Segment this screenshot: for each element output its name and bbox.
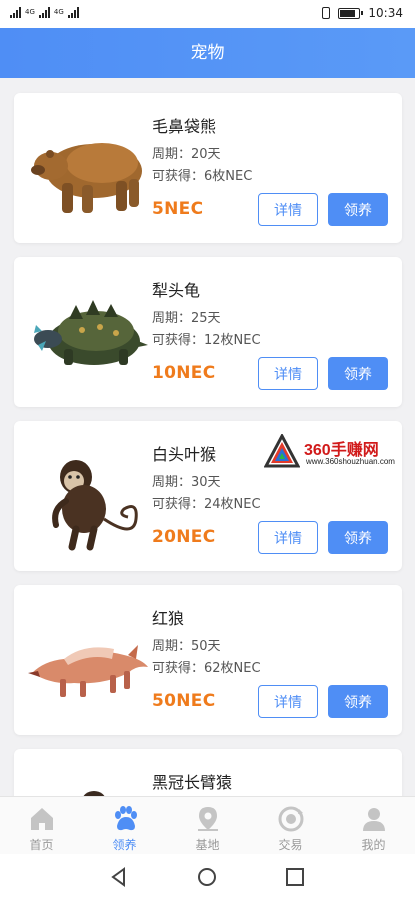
detail-button[interactable]: 详情	[258, 685, 318, 718]
network-label: 4G	[53, 8, 64, 16]
gibbon-image	[83, 791, 105, 796]
location-pin-icon	[197, 807, 218, 831]
adopt-button[interactable]: 领养	[328, 193, 388, 226]
pet-price: 20NEC	[152, 527, 216, 547]
adopt-button[interactable]: 领养	[328, 521, 388, 554]
watermark-triangle-icon	[264, 434, 300, 468]
exchange-icon	[278, 806, 303, 832]
pet-reward: 可获得：6枚NEC	[152, 169, 253, 184]
pet-price: 5NEC	[152, 199, 204, 219]
pet-name: 毛鼻袋熊	[152, 117, 217, 136]
detail-button[interactable]: 详情	[258, 193, 318, 226]
pet-price: 50NEC	[152, 691, 216, 711]
pet-reward: 可获得：62枚NEC	[152, 661, 261, 676]
signal-icon	[67, 7, 79, 18]
vibrate-icon	[322, 7, 331, 19]
pet-reward: 可获得：24枚NEC	[152, 497, 261, 512]
tab-trade[interactable]: 交易	[249, 797, 332, 854]
user-icon	[362, 808, 385, 831]
pet-period: 周期：25天	[152, 311, 221, 326]
pet-name: 黑冠长臂猿	[152, 773, 233, 792]
tab-home[interactable]: 首页	[0, 797, 83, 854]
signal-icon	[10, 7, 21, 18]
recents-icon[interactable]	[284, 866, 306, 888]
pet-period: 周期：30天	[152, 475, 221, 490]
tab-adopt[interactable]: 领养	[83, 797, 166, 854]
back-icon[interactable]	[108, 866, 130, 888]
tab-label: 基地	[195, 838, 220, 852]
tab-label: 领养	[112, 838, 137, 852]
turtle-image	[34, 300, 148, 365]
signal-icon	[38, 7, 50, 18]
status-bar: 4G 4G 10:34	[0, 0, 415, 28]
detail-button[interactable]: 详情	[258, 521, 318, 554]
page-header: 宠物	[0, 28, 415, 78]
pet-card: 红狼 周期：50天 可获得：62枚NEC 50NEC 详情 领养	[14, 585, 402, 735]
battery-icon	[338, 7, 364, 19]
detail-button[interactable]: 详情	[258, 357, 318, 390]
tab-label: 交易	[278, 838, 303, 852]
network-label: 4G	[25, 8, 35, 16]
bottom-tab-bar: 首页 领养 基地 交易 我的	[0, 796, 415, 854]
tab-label: 首页	[29, 838, 54, 852]
pet-card: 黑冠长臂猿	[14, 749, 402, 796]
paw-icon	[114, 806, 137, 831]
watermark-url: www.360shouzhuan.com	[306, 457, 395, 466]
watermark-logo: 360手赚网 www.360shouzhuan.com	[264, 432, 414, 472]
monkey-image	[52, 460, 138, 551]
pet-price: 10NEC	[152, 363, 216, 383]
pet-period: 周期：50天	[152, 639, 221, 654]
tab-base[interactable]: 基地	[166, 797, 249, 854]
tab-mine[interactable]: 我的	[332, 797, 415, 854]
pet-card: 犁头龟 周期：25天 可获得：12枚NEC 10NEC 详情 领养	[14, 257, 402, 407]
pet-name: 犁头龟	[152, 281, 201, 300]
tab-label: 我的	[361, 838, 386, 852]
pet-name: 红狼	[152, 609, 185, 628]
pet-period: 周期：20天	[152, 147, 221, 162]
home-icon	[30, 808, 53, 830]
adopt-button[interactable]: 领养	[328, 685, 388, 718]
wolf-image	[28, 645, 148, 697]
clock: 10:34	[368, 6, 403, 20]
system-nav-bar	[0, 854, 415, 900]
page-title: 宠物	[190, 43, 225, 63]
adopt-button[interactable]: 领养	[328, 357, 388, 390]
pet-reward: 可获得：12枚NEC	[152, 333, 261, 348]
pet-card: 毛鼻袋熊 周期：20天 可获得：6枚NEC 5NEC 详情 领养	[14, 93, 402, 243]
home-circle-icon[interactable]	[196, 866, 218, 888]
bear-image	[31, 143, 142, 213]
pet-name: 白头叶猴	[152, 445, 217, 464]
